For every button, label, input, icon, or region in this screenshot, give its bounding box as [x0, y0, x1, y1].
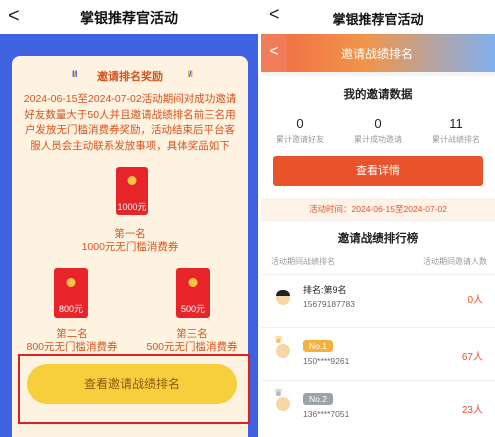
prize-rank: 第一名 — [114, 228, 146, 240]
section-title: 邀请排名奖励 — [97, 71, 163, 83]
red-packet-icon: 1000元 — [116, 167, 148, 215]
stat-value: 11 — [449, 116, 463, 131]
activity-time: 活动时间：2024-06-15至2024-07-02 — [261, 198, 495, 220]
avatar-hair — [276, 290, 290, 296]
coin-icon — [188, 278, 198, 287]
table-row-second: ♛ No.2 136****7051 23人 — [261, 380, 495, 430]
rank-name: 排名:第9名 — [303, 285, 347, 295]
header-back-icon[interactable]: < — [261, 34, 287, 72]
prize-second: 第二名 800元无门槛消费券 — [16, 328, 128, 354]
prize-desc: 1000元无门槛消费券 — [81, 241, 179, 253]
rank-badge-wrap: No.1 — [303, 336, 333, 354]
leaderboard-panel: 邀请战绩排行榜 活动期间战绩排名 活动期间邀请人数 排名:第9名 1567918… — [261, 222, 495, 437]
stat-label: 累计成功邀请 — [354, 135, 402, 144]
avatar: ♛ — [273, 388, 293, 413]
avatar — [273, 285, 293, 307]
column-header-count: 活动期间邀请人数 — [423, 257, 487, 266]
stat-label: 累计战绩排名 — [432, 135, 480, 144]
stat-value: 0 — [374, 116, 382, 131]
stat-label: 累计邀请好友 — [276, 135, 324, 144]
prize-desc: 500元无门槛消费券 — [146, 341, 238, 353]
prize-desc: 800元无门槛消费券 — [26, 341, 118, 353]
prize-amount: 500元 — [180, 304, 206, 314]
coin-icon — [66, 278, 76, 287]
prize-rank: 第二名 — [56, 328, 88, 340]
prize-amount: 1000元 — [117, 202, 147, 212]
leaderboard-title: 邀请战绩排行榜 — [337, 233, 419, 245]
rank-phone: 15679187783 — [303, 299, 356, 309]
column-header-rank: 活动期间战绩排名 — [271, 257, 335, 266]
rank-badge: No.2 — [303, 393, 333, 405]
prize-rank: 第三名 — [176, 328, 208, 340]
stat-value: 0 — [296, 116, 304, 131]
stat-invited-friends: 0 累计邀请好友 — [261, 116, 339, 145]
ranking-header: < 邀请战绩排名 — [261, 34, 495, 72]
prize-first: 第一名 1000元无门槛消费券 — [52, 228, 208, 254]
rank-phone: 150****9261 — [303, 356, 350, 366]
header-title: 邀请战绩排名 — [341, 47, 414, 61]
my-data-title: 我的邀请数据 — [343, 89, 413, 101]
coin-icon — [127, 176, 137, 185]
page-title: 掌银推荐官活动 — [80, 10, 178, 26]
left-nav-bar: < 掌银推荐官活动 — [0, 0, 258, 34]
rank-count: 67人 — [461, 352, 483, 363]
left-screen: < 掌银推荐官活动 I/I 邀请排名奖励 I/I 2024-06-15至2024… — [0, 0, 258, 437]
rank-badge: No.1 — [303, 340, 333, 352]
red-packet-icon: 800元 — [54, 268, 88, 318]
stat-rank: 11 累计战绩排名 — [417, 116, 495, 145]
rank-badge-wrap: No.2 — [303, 389, 333, 407]
red-packet-icon: 500元 — [176, 268, 210, 318]
rank-phone: 136****7051 — [303, 409, 350, 419]
avatar-face — [276, 344, 290, 358]
my-data-panel: 我的邀请数据 0 累计邀请好友 0 累计成功邀请 11 累计战绩排名 查看详情 — [261, 76, 495, 218]
avatar-face — [276, 397, 290, 411]
prize-amount: 800元 — [58, 304, 84, 314]
decoration-right-icon: I/I — [187, 69, 192, 79]
right-screen: < 掌银推荐官活动 < 邀请战绩排名 我的邀请数据 0 累计邀请好友 0 累计成… — [261, 0, 495, 437]
activity-time-label: 活动时间： — [309, 204, 352, 214]
rules-description: 2024-06-15至2024-07-02活动期间对成功邀请好友数量大于50人并… — [23, 93, 237, 152]
right-nav-bar: < 掌银推荐官活动 — [261, 0, 495, 34]
view-ranking-button[interactable]: 查看邀请战绩排名 — [27, 364, 237, 404]
rank-count: 0人 — [467, 295, 483, 306]
table-row-self: 排名:第9名 15679187783 0人 — [261, 274, 495, 320]
stat-successful-invites: 0 累计成功邀请 — [339, 116, 417, 145]
avatar: ♛ — [273, 335, 293, 360]
table-row-first: ♛ No.1 150****9261 67人 — [261, 327, 495, 377]
view-details-button[interactable]: 查看详情 — [273, 156, 483, 186]
rank-count: 23人 — [461, 405, 483, 416]
activity-time-value: 2024-06-15至2024-07-02 — [351, 204, 447, 214]
prize-third: 第三名 500元无门槛消费券 — [136, 328, 248, 354]
page-title: 掌银推荐官活动 — [332, 12, 424, 27]
